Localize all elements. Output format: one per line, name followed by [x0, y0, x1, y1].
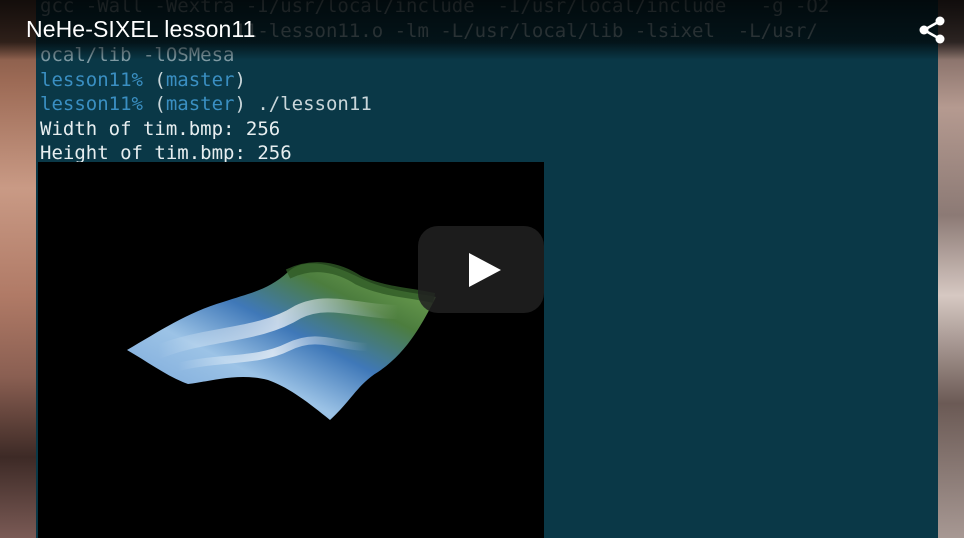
share-icon	[919, 16, 945, 44]
terminal-text-segment: ) ./lesson11	[234, 93, 372, 115]
terminal-line: lesson11% (master)	[40, 68, 829, 93]
terminal-text-segment: Height of tim.bmp: 256	[40, 142, 292, 164]
waving-flag-image	[127, 262, 436, 420]
terminal-text-segment: (	[142, 68, 166, 91]
terminal-text-segment: master	[165, 93, 235, 115]
terminal-text-segment: lesson11%	[40, 68, 143, 91]
terminal-line: lesson11% (master) ./lesson11	[40, 92, 829, 117]
share-button[interactable]	[916, 14, 948, 46]
terminal-text-segment: (	[142, 93, 166, 115]
desktop-wallpaper-right	[936, 0, 964, 538]
sixel-render-output	[38, 162, 544, 538]
terminal-line: Width of tim.bmp: 256	[40, 117, 829, 142]
terminal-text-segment: lesson11%	[40, 93, 143, 115]
video-player[interactable]: gcc -Wall -Wextra -I/usr/local/include -…	[0, 0, 964, 538]
desktop-wallpaper-left	[0, 0, 40, 538]
play-icon	[469, 253, 501, 287]
terminal-text-segment: master	[165, 68, 235, 91]
terminal-text-segment: )	[234, 68, 246, 91]
video-title[interactable]: NeHe-SIXEL lesson11	[26, 16, 255, 43]
terminal-text-segment: Width of tim.bmp: 256	[40, 117, 281, 140]
video-title-bar: NeHe-SIXEL lesson11	[0, 0, 964, 60]
play-button[interactable]	[418, 226, 544, 313]
